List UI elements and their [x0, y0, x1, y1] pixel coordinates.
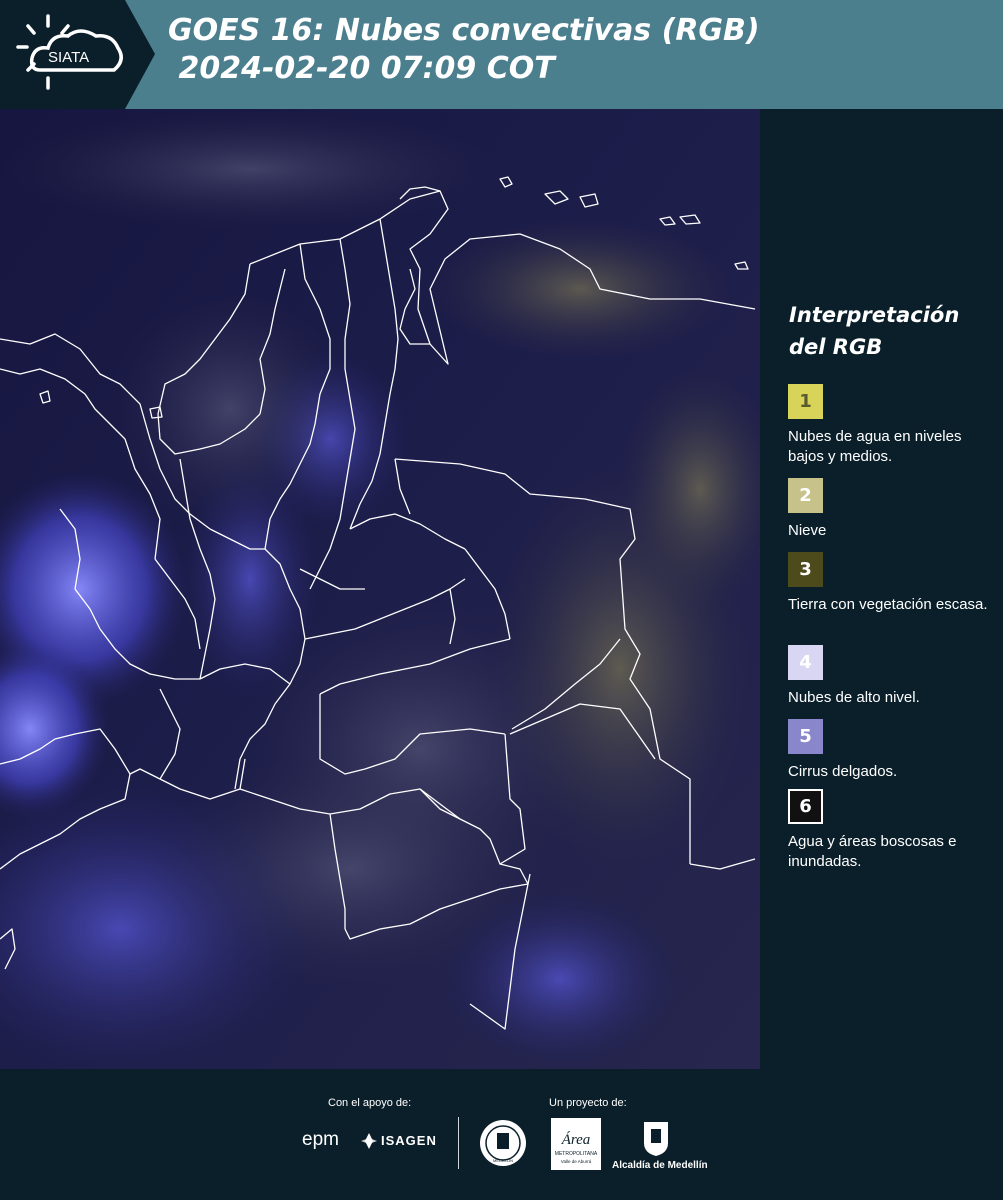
legend-item-4: 4 Nubes de alto nivel. — [788, 645, 998, 708]
legend-item-3: 3 Tierra con vegetación escasa. — [788, 552, 998, 615]
legend-label-1: Nubes de agua en niveles bajos y medios. — [788, 428, 962, 465]
isagen-icon — [361, 1133, 377, 1149]
siata-logo-text: SIATA — [48, 49, 89, 66]
legend-number-4: 4 — [799, 652, 812, 673]
satellite-map — [0, 109, 760, 1069]
legend-label-5: Cirrus delgados. — [788, 763, 898, 780]
isagen-logo: ISAGEN — [381, 1133, 437, 1148]
area-metropolitana-logo: Área METROPOLITANA Valle de Aburrá — [551, 1118, 601, 1170]
legend-number-5: 5 — [799, 726, 812, 747]
header-bar: SIATA GOES 16: Nubes convectivas (RGB) 2… — [0, 0, 1003, 109]
legend-swatch-1: 1 — [788, 384, 823, 419]
legend-number-6: 6 — [799, 796, 812, 817]
legend-swatch-2: 2 — [788, 478, 823, 513]
support-label: Con el apoyo de: — [328, 1097, 412, 1109]
legend-item-5: 5 Cirrus delgados. — [788, 719, 998, 782]
isagen-logo-text: ISAGEN — [381, 1133, 437, 1148]
footer: Con el apoyo de: Un proyecto de: epm ISA… — [0, 1069, 1003, 1200]
legend-label-3: Tierra con vegetación escasa. — [788, 596, 988, 613]
area-logo-text: Área — [561, 1131, 591, 1148]
medellin-seal-icon: MEDELLÍN — [480, 1120, 526, 1166]
area-logo-subtext-2: Valle de Aburrá — [561, 1159, 592, 1164]
legend-label-2: Nieve — [788, 522, 827, 539]
title-line-2: 2024-02-20 07:09 COT — [168, 51, 555, 86]
title-line-1: GOES 16: Nubes convectivas (RGB) — [168, 13, 760, 48]
legend-title: Interpretación del RGB — [789, 303, 960, 359]
footer-divider — [458, 1117, 459, 1169]
siata-logo: SIATA — [0, 0, 155, 109]
legend-swatch-6: 6 — [788, 789, 823, 824]
legend-item-6: 6 Agua y áreas boscosas e inundadas. — [788, 789, 998, 872]
legend-label-4: Nubes de alto nivel. — [788, 689, 920, 706]
alcaldia-logo: Alcaldía de Medellín — [612, 1160, 708, 1171]
legend-item-2: 2 Nieve — [788, 478, 998, 541]
legend-swatch-3: 3 — [788, 552, 823, 587]
legend-label-6: Agua y áreas boscosas e inundadas. — [788, 833, 957, 870]
satellite-image — [0, 109, 760, 1069]
seal-text: MEDELLÍN — [493, 1158, 513, 1163]
area-logo-subtext: METROPOLITANA — [555, 1151, 598, 1157]
legend-number-3: 3 — [799, 559, 812, 580]
legend-swatch-4: 4 — [788, 645, 823, 680]
legend-swatch-5: 5 — [788, 719, 823, 754]
epm-logo-text: epm — [302, 1129, 339, 1150]
legend-item-1: 1 Nubes de agua en niveles bajos y medio… — [788, 384, 998, 467]
page-title: GOES 16: Nubes convectivas (RGB) 2024-02… — [168, 12, 760, 88]
alcaldia-shield-icon — [644, 1122, 668, 1156]
project-label: Un proyecto de: — [549, 1097, 627, 1109]
legend-number-2: 2 — [799, 485, 812, 506]
legend-number-1: 1 — [799, 391, 812, 412]
legend-panel: Interpretación del RGB 1 Nubes de agua e… — [760, 109, 1003, 1069]
epm-logo: epm — [302, 1129, 339, 1151]
